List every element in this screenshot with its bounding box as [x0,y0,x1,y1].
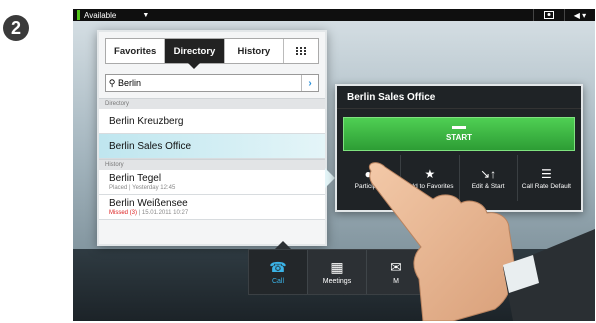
list-item-selected[interactable]: Berlin Sales Office [99,134,325,159]
search-icon: ⚲ [108,77,116,88]
dock-item-call[interactable]: ☎ Call [249,250,308,294]
list-item-subtitle: Missed (3) | 15.01.2011 10:27 [109,210,325,216]
list-item-title: Berlin Kreuzberg [109,115,184,127]
keypad-icon [295,47,306,55]
missed-calls-date: | 15.01.2011 10:27 [137,210,189,216]
tab-keypad[interactable] [284,39,318,63]
step-number-badge: 2 [3,15,29,41]
phonebook-tabs: Favorites Directory History [105,38,319,69]
dock-pointer [275,241,291,249]
phone-icon [452,126,466,129]
list-item-subtitle: Placed | Yesterday 12:45 [109,185,176,191]
touch-screen: Available ▼ ◀ ▾ Favorites Directory Hist… [73,9,595,321]
tab-history[interactable]: History [225,39,284,63]
dock-label: Meetings [322,278,352,285]
start-call-button[interactable]: START [343,117,575,151]
pointing-hand-icon [369,162,595,321]
dock-label: Call [271,278,285,285]
directory-section-header: Directory [99,98,325,109]
selection-pointer [325,168,335,188]
list-item[interactable]: Berlin Tegel Placed | Yesterday 12:45 [99,170,325,195]
status-label[interactable]: Available [84,11,116,20]
tab-favorites[interactable]: Favorites [106,39,166,63]
tab-directory[interactable]: Directory [165,39,225,69]
calendar-icon: ▦ [330,259,344,275]
history-section-header: History [99,159,325,170]
list-item[interactable]: Berlin Weißensee Missed (3) | 15.01.2011… [99,195,325,220]
dock-item-meetings[interactable]: ▦ Meetings [308,250,367,294]
missed-calls-label: Missed (3) [109,210,138,216]
search-go-button[interactable]: › [301,75,318,91]
start-label: START [445,133,473,142]
list-item-title: Berlin Weißensee [109,198,188,209]
selfview-icon[interactable] [533,9,564,21]
search-input[interactable]: ⚲ Berlin › [105,74,319,92]
top-status-bar: Available ▼ ◀ ▾ [73,9,595,21]
phonebook-panel: Favorites Directory History ⚲ Berlin › D… [97,30,335,246]
contact-title: Berlin Sales Office [337,86,581,109]
status-indicator-icon [77,10,80,20]
list-item[interactable]: Berlin Kreuzberg [99,109,325,134]
call-icon: ☎ [269,259,287,275]
volume-icon[interactable]: ◀ ▾ [564,9,595,21]
search-value: Berlin [118,78,142,88]
list-item-title: Berlin Sales Office [109,140,192,152]
list-item-title: Berlin Tegel [109,173,162,184]
status-dropdown-icon[interactable]: ▼ [142,12,149,19]
